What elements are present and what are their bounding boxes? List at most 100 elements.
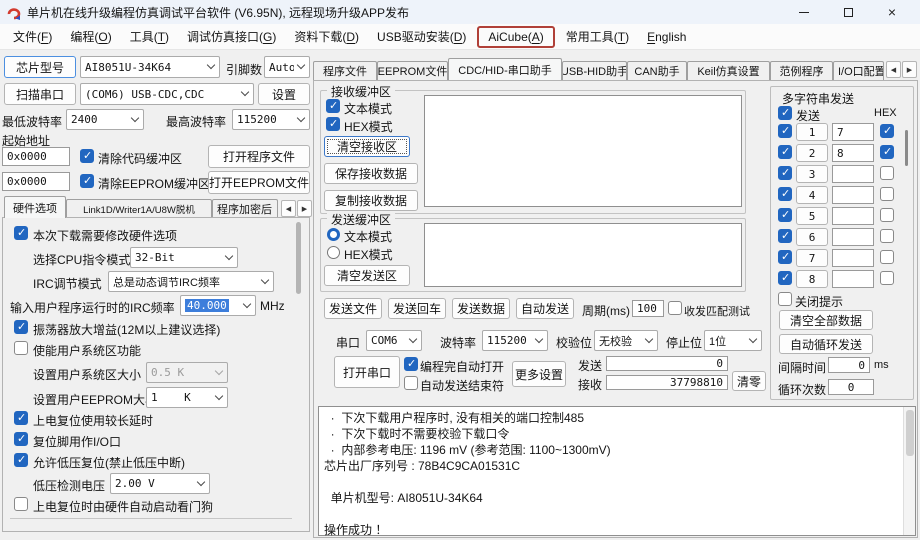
- tab-program-file[interactable]: 程序文件: [313, 61, 377, 80]
- multi-row-7-checkbox[interactable]: [778, 250, 792, 264]
- multi-row-1-input[interactable]: 7: [832, 123, 874, 141]
- multi-row-3-input[interactable]: [832, 165, 874, 183]
- open-eeprom-file-button[interactable]: 打开EEPROM文件: [208, 171, 310, 194]
- send-textarea[interactable]: [424, 223, 742, 287]
- reset-io-checkbox[interactable]: [14, 432, 28, 446]
- save-receive-data-button[interactable]: 保存接收数据: [324, 163, 418, 184]
- tab-usb-hid-assistant[interactable]: USB-HID助手: [562, 61, 627, 80]
- chip-model-button[interactable]: 芯片型号: [4, 56, 76, 78]
- copy-receive-data-button[interactable]: 复制接收数据: [324, 190, 418, 211]
- tab-offline-download[interactable]: Link1D/Writer1A/U8W脱机: [66, 199, 212, 217]
- multi-row-3-hex-checkbox[interactable]: [880, 166, 894, 180]
- multi-row-1-checkbox[interactable]: [778, 124, 792, 138]
- left-tab-scroll-right-button[interactable]: ▶: [297, 200, 312, 217]
- auto-send-button[interactable]: 自动发送: [516, 298, 574, 319]
- watchdog-checkbox[interactable]: [14, 497, 28, 511]
- multi-row-4-input[interactable]: [832, 186, 874, 204]
- multi-row-8-hex-checkbox[interactable]: [880, 271, 894, 285]
- menu-downloads[interactable]: 资料下载(D): [285, 26, 368, 48]
- baud-select[interactable]: 115200: [482, 330, 548, 351]
- multi-row-7-button[interactable]: 7: [796, 249, 828, 267]
- send-text-mode-radio[interactable]: [327, 228, 340, 241]
- multi-row-8-checkbox[interactable]: [778, 271, 792, 285]
- more-settings-button[interactable]: 更多设置: [512, 361, 566, 387]
- menu-aicube[interactable]: AiCube(A): [477, 25, 555, 48]
- close-tip-checkbox[interactable]: [778, 292, 792, 306]
- menu-program[interactable]: 编程(O): [61, 26, 120, 48]
- multi-row-8-button[interactable]: 8: [796, 270, 828, 288]
- tab-hardware-options[interactable]: 硬件选项: [4, 196, 66, 218]
- clear-code-buffer-checkbox[interactable]: [80, 149, 94, 163]
- tab-eeprom-file[interactable]: EEPROM文件: [377, 61, 448, 80]
- tab-keil-sim-settings[interactable]: Keil仿真设置: [687, 61, 770, 80]
- irc-freq-select[interactable]: 40.000: [180, 295, 256, 316]
- send-data-button[interactable]: 发送数据: [452, 298, 510, 319]
- menu-english[interactable]: English: [638, 26, 695, 48]
- send-hex-mode-radio[interactable]: [327, 246, 340, 259]
- port-settings-button[interactable]: 设置: [258, 83, 310, 105]
- multi-row-8-input[interactable]: [832, 270, 874, 288]
- auto-open-checkbox[interactable]: [404, 357, 418, 371]
- long-delay-checkbox[interactable]: [14, 411, 28, 425]
- multi-row-6-hex-checkbox[interactable]: [880, 229, 894, 243]
- loop-count-input[interactable]: 0: [828, 379, 874, 395]
- max-baud-select[interactable]: 115200: [232, 109, 310, 130]
- maximize-button[interactable]: [826, 0, 870, 24]
- multi-row-1-hex-checkbox[interactable]: [880, 124, 894, 138]
- log-scrollbar-thumb[interactable]: [906, 410, 914, 456]
- multi-panel-scrollbar-thumb[interactable]: [905, 130, 908, 166]
- eeprom-start-address-input[interactable]: 0x0000: [2, 172, 70, 191]
- multi-row-2-button[interactable]: 2: [796, 144, 828, 162]
- com-port-select[interactable]: COM6: [366, 330, 422, 351]
- auto-end-checkbox[interactable]: [404, 376, 418, 390]
- multi-row-4-hex-checkbox[interactable]: [880, 187, 894, 201]
- clear-eeprom-buffer-checkbox[interactable]: [80, 174, 94, 188]
- eeprom-size-select[interactable]: 1 K: [146, 387, 228, 408]
- multi-row-6-checkbox[interactable]: [778, 229, 792, 243]
- multi-row-4-checkbox[interactable]: [778, 187, 792, 201]
- left-tab-scroll-left-button[interactable]: ◀: [281, 200, 296, 217]
- clear-receive-button[interactable]: 清空接收区: [324, 136, 410, 157]
- clear-counters-button[interactable]: 清零: [732, 371, 766, 391]
- multi-row-2-hex-checkbox[interactable]: [880, 145, 894, 159]
- tab-scroll-right-button[interactable]: ▶: [902, 61, 917, 78]
- multi-row-2-input[interactable]: 8: [832, 144, 874, 162]
- user-sys-checkbox[interactable]: [14, 341, 28, 355]
- menu-usb-driver[interactable]: USB驱动安装(D): [368, 26, 475, 48]
- sys-size-select[interactable]: 0.5 K: [146, 362, 228, 383]
- hw-panel-scrollbar-thumb[interactable]: [296, 222, 301, 294]
- multi-row-5-button[interactable]: 5: [796, 207, 828, 225]
- recv-text-mode-checkbox[interactable]: [326, 99, 340, 113]
- menu-debug-interface[interactable]: 调试仿真接口(G): [178, 26, 285, 48]
- tab-program-encrypt[interactable]: 程序加密后: [212, 199, 278, 217]
- code-start-address-input[interactable]: 0x0000: [2, 147, 70, 166]
- multi-row-1-button[interactable]: 1: [796, 123, 828, 141]
- min-baud-select[interactable]: 2400: [66, 109, 144, 130]
- multi-send-all-checkbox[interactable]: [778, 106, 792, 120]
- recv-hex-mode-checkbox[interactable]: [326, 117, 340, 131]
- irc-mode-select[interactable]: 总是动态调节IRC频率: [108, 271, 274, 292]
- menu-file[interactable]: 文件(F): [4, 26, 61, 48]
- tab-can-assistant[interactable]: CAN助手: [627, 61, 687, 80]
- stop-bits-select[interactable]: 1位: [704, 330, 762, 351]
- log-scrollbar[interactable]: [903, 407, 915, 535]
- multi-row-6-button[interactable]: 6: [796, 228, 828, 246]
- open-port-button[interactable]: 打开串口: [334, 356, 400, 388]
- open-program-file-button[interactable]: 打开程序文件: [208, 145, 310, 168]
- receive-textarea[interactable]: [424, 95, 742, 207]
- scan-port-button[interactable]: 扫描串口: [4, 83, 76, 105]
- modify-hw-options-checkbox[interactable]: [14, 226, 28, 240]
- close-button[interactable]: ×: [870, 0, 914, 24]
- multi-row-7-input[interactable]: [832, 249, 874, 267]
- send-cr-button[interactable]: 发送回车: [388, 298, 446, 319]
- auto-loop-send-button[interactable]: 自动循环发送: [779, 334, 873, 354]
- lvd-select[interactable]: 2.00 V: [110, 473, 210, 494]
- match-test-checkbox[interactable]: [668, 301, 682, 315]
- clear-send-button[interactable]: 清空发送区: [324, 265, 410, 286]
- send-file-button[interactable]: 发送文件: [324, 298, 382, 319]
- menu-tools[interactable]: 工具(T): [121, 26, 178, 48]
- multi-row-5-input[interactable]: [832, 207, 874, 225]
- multi-row-5-checkbox[interactable]: [778, 208, 792, 222]
- parity-select[interactable]: 无校验: [594, 330, 658, 351]
- tab-cdc-hid-serial-assistant[interactable]: CDC/HID-串口助手: [448, 58, 562, 80]
